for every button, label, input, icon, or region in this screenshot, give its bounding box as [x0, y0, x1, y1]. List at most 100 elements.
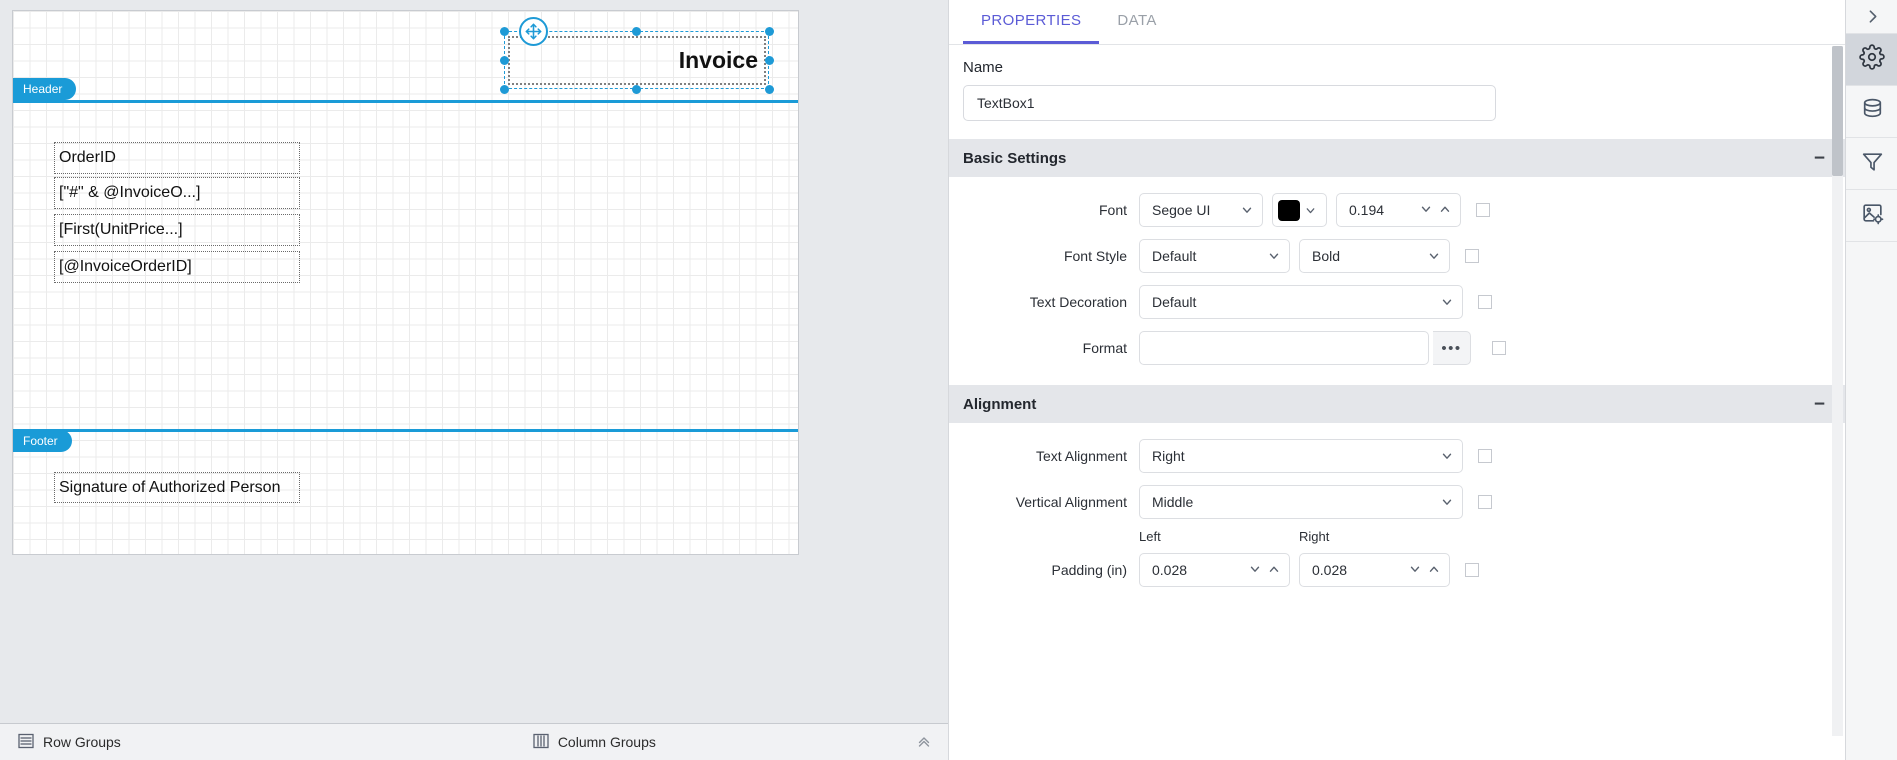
property-row-text-alignment: Text Alignment Right	[949, 433, 1845, 479]
padding-left-stepper[interactable]: 0.028	[1139, 553, 1290, 587]
text-alignment-select[interactable]: Right	[1139, 439, 1463, 473]
properties-scroll-body[interactable]: Name Basic Settings − Font Segoe UI	[949, 45, 1845, 760]
font-style-value: Default	[1152, 248, 1197, 264]
font-size-stepper[interactable]: 0.194	[1336, 193, 1461, 227]
chevron-down-icon	[1240, 203, 1254, 217]
section-collapse-basic-settings[interactable]: −	[1814, 149, 1825, 168]
selection-handle-middle-left[interactable]	[499, 55, 509, 65]
tab-data[interactable]: DATA	[1099, 0, 1174, 44]
selection-handle-top-center[interactable]	[631, 26, 641, 36]
design-canvas[interactable]: Header Footer OrderID ["#" & @InvoiceO..…	[0, 0, 948, 723]
chevron-down-icon[interactable]	[1248, 562, 1262, 579]
vertical-alignment-expression-checkbox[interactable]	[1478, 495, 1492, 509]
report-textbox-invoice-title[interactable]: Invoice	[508, 36, 766, 85]
padding-left-sublabel: Left	[1139, 528, 1161, 544]
padding-right-arrows	[1408, 562, 1441, 579]
tab-properties[interactable]: PROPERTIES	[963, 0, 1100, 44]
font-style-expression-checkbox[interactable]	[1465, 249, 1479, 263]
chevron-up-icon[interactable]	[1267, 562, 1281, 579]
report-textbox-label: ["#" & @InvoiceO...]	[59, 184, 201, 202]
selection-handle-middle-right[interactable]	[764, 55, 774, 65]
rail-button-image-settings[interactable]	[1846, 190, 1897, 242]
report-textbox-unitprice-expr[interactable]: [First(UnitPrice...]	[54, 214, 300, 246]
section-body-basic-settings: Font Segoe UI 0.194 Font Style Default B…	[949, 177, 1845, 385]
tool-rail	[1845, 0, 1897, 760]
font-weight-value: Bold	[1312, 248, 1341, 264]
name-input[interactable]	[963, 85, 1496, 121]
chevron-down-icon[interactable]	[1419, 202, 1433, 219]
report-textbox-signature[interactable]: Signature of Authorized Person	[54, 472, 300, 503]
row-groups-glyph	[18, 733, 34, 748]
report-textbox-invoiceorderid-field[interactable]: [@InvoiceOrderID]	[54, 251, 300, 283]
section-body-alignment: Text Alignment Right Vertical Alignment …	[949, 423, 1845, 607]
rail-button-data[interactable]	[1846, 86, 1897, 138]
properties-scrollbar[interactable]	[1832, 46, 1843, 736]
rail-button-filter[interactable]	[1846, 138, 1897, 190]
chevron-down-icon	[1440, 295, 1454, 309]
property-row-padding: Padding (in) 0.028 0.028	[949, 547, 1845, 593]
vertical-alignment-select[interactable]: Middle	[1139, 485, 1463, 519]
groups-bar: Row Groups Column Groups	[0, 723, 948, 760]
format-browse-button[interactable]: •••	[1433, 331, 1471, 365]
format-input[interactable]	[1139, 331, 1429, 365]
properties-scrollbar-thumb[interactable]	[1832, 46, 1843, 176]
column-groups-icon	[533, 733, 549, 752]
name-label: Name	[963, 59, 1004, 76]
report-textbox-orderid[interactable]: OrderID	[54, 142, 300, 174]
font-expression-checkbox[interactable]	[1476, 203, 1490, 217]
format-expression-checkbox[interactable]	[1492, 341, 1506, 355]
padding-right-sublabel: Right	[1299, 528, 1330, 544]
section-header-alignment[interactable]: Alignment −	[949, 385, 1845, 423]
padding-right-stepper[interactable]: 0.028	[1299, 553, 1450, 587]
section-collapse-alignment[interactable]: −	[1814, 395, 1825, 414]
report-surface[interactable]: Header Footer OrderID ["#" & @InvoiceO..…	[12, 10, 799, 555]
column-groups-glyph	[533, 733, 549, 748]
property-row-vertical-alignment: Vertical Alignment Middle	[949, 479, 1845, 525]
chevron-right-icon[interactable]	[1846, 0, 1897, 34]
font-label: Font	[1098, 202, 1127, 218]
font-style-label: Font Style	[1063, 248, 1127, 264]
font-style-select[interactable]: Default	[1139, 239, 1290, 273]
font-weight-select[interactable]: Bold	[1299, 239, 1450, 273]
image-settings-icon	[1860, 201, 1885, 231]
ellipsis-icon: •••	[1441, 339, 1462, 357]
properties-content: PROPERTIES DATA Name Basic Settings −	[949, 0, 1845, 760]
text-decoration-expression-checkbox[interactable]	[1478, 295, 1492, 309]
row-groups-button[interactable]: Row Groups	[8, 724, 131, 760]
selection-handle-bottom-right[interactable]	[764, 84, 774, 94]
text-decoration-label: Text Decoration	[1029, 294, 1127, 310]
move-cross-icon[interactable]	[519, 17, 548, 46]
padding-left-value: 0.028	[1152, 562, 1188, 578]
rail-button-properties[interactable]	[1846, 34, 1897, 86]
font-family-select[interactable]: Segoe UI	[1139, 193, 1263, 227]
footer-band-label: Footer	[23, 434, 58, 448]
header-band-label: Header	[23, 82, 63, 96]
selection-handle-bottom-left[interactable]	[499, 84, 509, 94]
text-decoration-select[interactable]: Default	[1139, 285, 1463, 319]
chevron-double-up-icon[interactable]	[914, 732, 934, 752]
chevron-down-icon[interactable]	[1408, 562, 1422, 579]
font-color-picker[interactable]	[1272, 193, 1327, 227]
footer-band-tab[interactable]: Footer	[13, 430, 72, 452]
selection-handle-top-right[interactable]	[764, 26, 774, 36]
header-band-tab[interactable]: Header	[13, 78, 77, 100]
tab-data-label: DATA	[1117, 12, 1157, 29]
chevron-right-glyph	[1869, 10, 1876, 23]
selection-handle-top-left[interactable]	[499, 26, 509, 36]
designer-pane: Header Footer OrderID ["#" & @InvoiceO..…	[0, 0, 948, 760]
selection-handle-bottom-center[interactable]	[631, 84, 641, 94]
format-label: Format	[1082, 340, 1127, 356]
property-row-font-style: Font Style Default Bold	[949, 233, 1845, 279]
chevron-down-icon	[1304, 204, 1317, 217]
padding-expression-checkbox[interactable]	[1465, 563, 1479, 577]
chevron-down-icon	[1427, 249, 1441, 263]
report-textbox-invoice-order-expr[interactable]: ["#" & @InvoiceO...]	[54, 177, 300, 209]
chevron-up-icon[interactable]	[1438, 202, 1452, 219]
text-alignment-expression-checkbox[interactable]	[1478, 449, 1492, 463]
move-cross-glyph	[525, 23, 542, 40]
vertical-alignment-label: Vertical Alignment	[1015, 494, 1127, 510]
chevron-down-icon	[1267, 249, 1281, 263]
chevron-up-icon[interactable]	[1427, 562, 1441, 579]
column-groups-button[interactable]: Column Groups	[523, 724, 666, 760]
section-header-basic-settings[interactable]: Basic Settings −	[949, 139, 1845, 177]
